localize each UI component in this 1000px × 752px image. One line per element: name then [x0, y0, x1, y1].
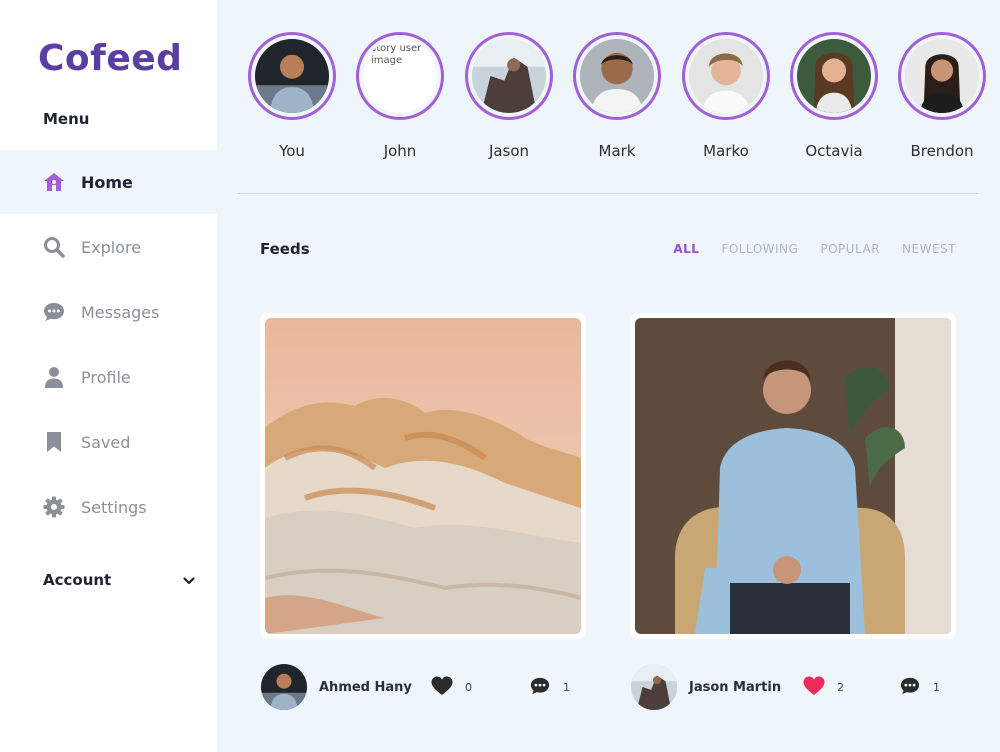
story-brendon[interactable]: Brendon: [898, 32, 986, 160]
comment-count: 1: [933, 681, 940, 694]
like-button[interactable]: 2: [803, 676, 844, 699]
story-name: Marko: [703, 142, 749, 160]
gear-icon: [42, 495, 66, 519]
post-image: [635, 318, 951, 634]
story-name: Brendon: [910, 142, 974, 160]
feeds-title: Feeds: [260, 240, 310, 258]
feed-filter-tabs: ALL FOLLOWING POPULAR NEWEST: [673, 242, 956, 256]
like-button[interactable]: 0: [431, 676, 472, 699]
like-count: 0: [465, 681, 472, 694]
post-image-card[interactable]: [260, 313, 586, 639]
story-image-alt-text: story user image: [371, 43, 422, 66]
filter-tab-following[interactable]: FOLLOWING: [721, 242, 798, 256]
sidebar-item-label: Settings: [81, 497, 147, 517]
story-octavia[interactable]: Octavia: [790, 32, 878, 160]
story-avatar: [255, 39, 329, 113]
story-name: John: [383, 142, 417, 160]
story-john[interactable]: story user image John: [356, 32, 444, 160]
account-dropdown[interactable]: Account: [43, 570, 195, 589]
chevron-down-icon: [183, 570, 195, 589]
broken-image-placeholder: story user image: [363, 39, 437, 113]
filter-tab-popular[interactable]: POPULAR: [820, 242, 880, 256]
story-name: Jason: [488, 142, 530, 160]
chat-bubble-icon: [899, 676, 921, 699]
sidebar-item-label: Explore: [81, 237, 142, 257]
post-meta: Jason Martin 2 1: [631, 664, 961, 710]
sidebar-item-profile[interactable]: Profile: [0, 345, 217, 409]
post-meta: Ahmed Hany 0 1: [261, 664, 581, 710]
sidebar: Cofeed Menu Home Explore Messages Profil…: [0, 0, 217, 752]
story-name: You: [279, 142, 305, 160]
story-ring: story user image: [356, 32, 444, 120]
bookmark-icon: [42, 430, 66, 454]
avatar[interactable]: [631, 664, 677, 710]
post-image-card[interactable]: [630, 313, 956, 639]
comment-button[interactable]: 1: [529, 676, 570, 699]
story-avatar: [689, 39, 763, 113]
sidebar-item-messages[interactable]: Messages: [0, 280, 217, 344]
user-icon: [42, 365, 66, 389]
sidebar-item-label: Profile: [81, 367, 131, 387]
sidebar-item-explore[interactable]: Explore: [0, 215, 217, 279]
menu-label: Menu: [43, 110, 90, 128]
filter-tab-all[interactable]: ALL: [673, 242, 699, 256]
story-ring: [898, 32, 986, 120]
story-mark[interactable]: Mark: [573, 32, 661, 160]
sidebar-item-label: Saved: [81, 432, 131, 452]
stories-bar: You story user image John Jason Mark Mar…: [248, 32, 1000, 172]
avatar[interactable]: [261, 664, 307, 710]
chat-bubble-icon: [529, 676, 551, 699]
story-ring: [465, 32, 553, 120]
sidebar-item-label: Home: [81, 172, 133, 192]
home-icon: [42, 170, 66, 194]
story-jason[interactable]: Jason: [465, 32, 553, 160]
account-label: Account: [43, 570, 112, 589]
story-ring: [573, 32, 661, 120]
sidebar-item-saved[interactable]: Saved: [0, 410, 217, 474]
story-avatar: [797, 39, 871, 113]
filter-tab-newest[interactable]: NEWEST: [902, 242, 956, 256]
like-count: 2: [837, 681, 844, 694]
comment-count: 1: [563, 681, 570, 694]
story-ring: [248, 32, 336, 120]
sidebar-item-label: Messages: [81, 302, 160, 322]
story-name: Mark: [598, 142, 636, 160]
heart-icon: [803, 676, 825, 699]
post-author-name[interactable]: Ahmed Hany: [319, 680, 412, 695]
sidebar-item-settings[interactable]: Settings: [0, 475, 217, 539]
story-avatar: [472, 39, 546, 113]
post-image: [265, 318, 581, 634]
heart-icon: [431, 676, 453, 699]
comment-button[interactable]: 1: [899, 676, 940, 699]
brand-logo[interactable]: Cofeed: [38, 38, 182, 79]
story-avatar: [905, 39, 979, 113]
story-name: Octavia: [805, 142, 863, 160]
story-ring: [790, 32, 878, 120]
story-marko[interactable]: Marko: [682, 32, 770, 160]
story-you[interactable]: You: [248, 32, 336, 160]
sidebar-item-home[interactable]: Home: [0, 150, 217, 214]
post-author-name[interactable]: Jason Martin: [689, 680, 781, 695]
story-ring: [682, 32, 770, 120]
chat-bubble-icon: [42, 300, 66, 324]
story-avatar: [580, 39, 654, 113]
search-icon: [42, 235, 66, 259]
stories-divider: [238, 193, 978, 194]
